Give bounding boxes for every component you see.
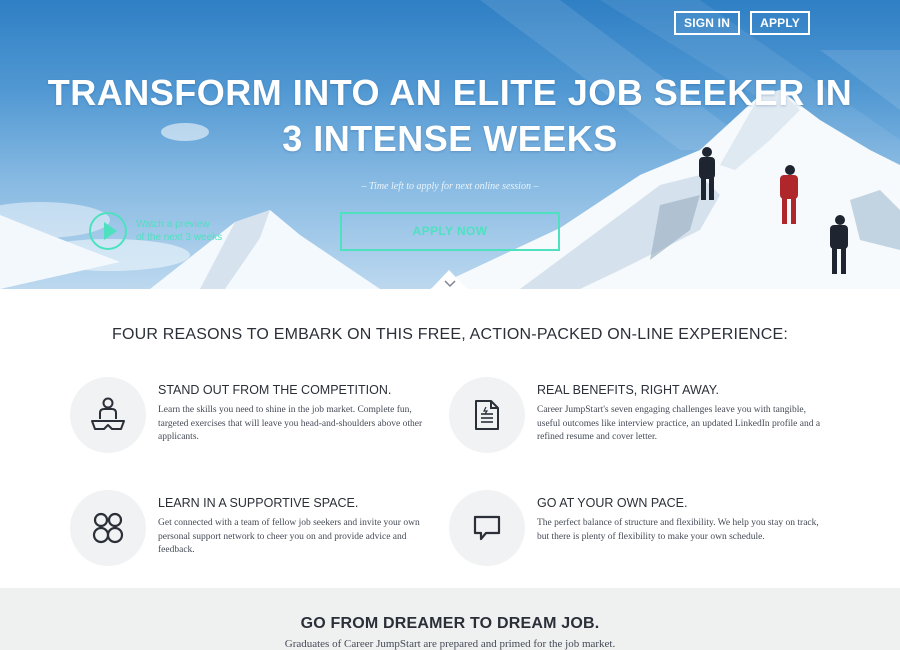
preview-text-line-1[interactable]: Watch a preview bbox=[136, 218, 231, 231]
watch-preview-link[interactable]: Watch a preview of the next 3 weeks bbox=[89, 212, 231, 250]
sign-in-button[interactable]: SIGN IN bbox=[674, 11, 741, 35]
speech-bubble-icon bbox=[473, 515, 501, 541]
top-nav: SIGN IN APPLY bbox=[674, 11, 810, 35]
reasons-title: FOUR REASONS TO EMBARK ON THIS FREE, ACT… bbox=[111, 326, 789, 343]
reason-body: The perfect balance of structure and fle… bbox=[537, 518, 819, 542]
meditation-person-icon bbox=[91, 397, 125, 430]
reason-icon-circle bbox=[449, 377, 525, 453]
reason-heading: STAND OUT FROM THE COMPETITION. bbox=[158, 383, 392, 397]
apply-nav-button[interactable]: APPLY bbox=[750, 11, 810, 35]
reason-heading: LEARN IN A SUPPORTIVE SPACE. bbox=[158, 496, 359, 510]
play-icon[interactable] bbox=[89, 212, 127, 250]
dream-subtitle: Graduates of Career JumpStart are prepar… bbox=[284, 638, 616, 650]
apply-now-button[interactable]: APPLY NOW bbox=[340, 212, 560, 251]
hero-headline: TRANSFORM INTO AN ELITE JOB SEEKER IN 3 … bbox=[40, 70, 860, 162]
dream-section: GO FROM DREAMER TO DREAM JOB. Graduates … bbox=[0, 588, 900, 650]
preview-text-line-2[interactable]: of the next 3 weeks bbox=[136, 231, 231, 244]
time-left-label: – Time left to apply for next online ses… bbox=[361, 181, 539, 192]
preview-text[interactable]: Watch a preview of the next 3 weeks bbox=[136, 218, 231, 244]
dream-title: GO FROM DREAMER TO DREAM JOB. bbox=[300, 615, 600, 632]
group-icon bbox=[92, 512, 124, 544]
reason-body: Career JumpStart's seven engaging challe… bbox=[537, 405, 821, 442]
headline-line-2: 3 INTENSE WEEKS bbox=[282, 118, 618, 159]
reason-heading: REAL BENEFITS, RIGHT AWAY. bbox=[537, 383, 719, 397]
hero-banner: SIGN IN APPLY TRANSFORM INTO AN ELITE JO… bbox=[0, 0, 900, 289]
reason-body: Learn the skills you need to shine in th… bbox=[158, 405, 423, 442]
document-icon bbox=[475, 400, 499, 430]
headline-line-1: TRANSFORM INTO AN ELITE JOB SEEKER IN bbox=[47, 72, 853, 113]
reason-icon-circle bbox=[449, 490, 525, 566]
chevron-down-icon[interactable] bbox=[442, 279, 458, 289]
reason-heading: GO AT YOUR OWN PACE. bbox=[537, 496, 688, 510]
reason-icon-circle bbox=[70, 490, 146, 566]
reason-icon-circle bbox=[70, 377, 146, 453]
reason-body: Get connected with a team of fellow job … bbox=[158, 518, 420, 555]
